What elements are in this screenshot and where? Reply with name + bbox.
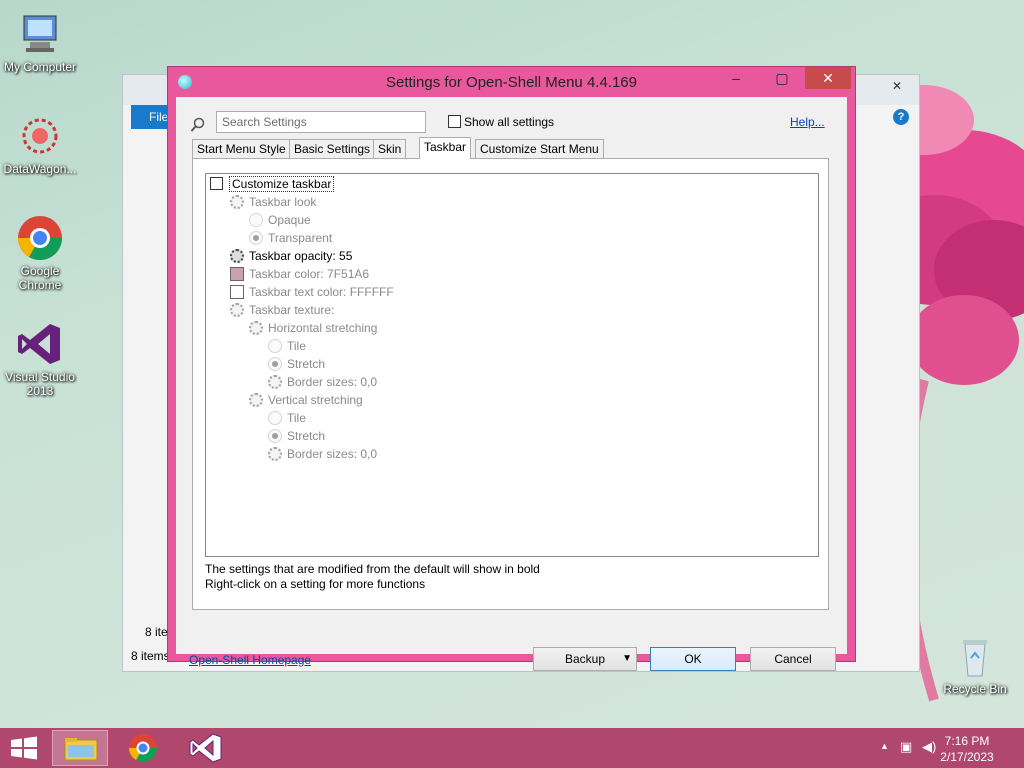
radio-selected-icon[interactable] [268,429,282,443]
computer-icon [16,10,64,58]
taskbar-tab-panel: Customize taskbar Taskbar look Opaque Tr… [192,158,829,610]
desktop-icon-datawagon[interactable]: DataWagon... [0,112,80,176]
maximize-button[interactable]: ▢ [767,67,797,89]
tree-item-vertical-stretching[interactable]: Vertical stretching [249,391,363,409]
hint-modified-bold: The settings that are modified from the … [205,562,540,576]
tree-item-v-border-sizes[interactable]: Border sizes: 0,0 [268,445,377,463]
ok-button[interactable]: OK [650,647,736,671]
recycle-bin-icon [951,632,999,680]
dropdown-arrow-icon: ▼ [622,653,632,664]
network-icon[interactable]: ▣ [900,739,912,755]
cancel-button[interactable]: Cancel [750,647,836,671]
dialog-title: Settings for Open-Shell Menu 4.4.169 [386,74,637,91]
gear-icon [230,195,244,209]
gear-icon [230,249,244,263]
datawagon-icon [16,112,64,160]
explorer-status-items: 8 items [131,649,170,663]
desktop-icon-recycle-bin[interactable]: Recycle Bin [935,632,1015,696]
tree-item-taskbar-texture[interactable]: Taskbar texture: [230,301,334,319]
show-all-settings-checkbox[interactable]: Show all settings [448,115,554,129]
tree-item-taskbar-text-color[interactable]: Taskbar text color: FFFFFF [230,283,394,301]
explorer-help-icon[interactable]: ? [893,109,909,125]
checkbox-icon[interactable] [210,177,223,190]
visual-studio-icon [189,733,222,763]
visual-studio-icon [16,320,64,368]
tree-item-opaque[interactable]: Opaque [249,211,311,229]
chrome-icon [129,734,157,762]
tab-customize-start-menu[interactable]: Customize Start Menu [475,139,604,158]
gear-icon [249,321,263,335]
tree-item-taskbar-color[interactable]: Taskbar color: 7F51A6 [230,265,369,283]
tab-basic-settings[interactable]: Basic Settings [289,139,376,158]
windows-logo-icon [11,736,37,760]
show-all-settings-label: Show all settings [464,115,555,129]
taskbar-chrome[interactable] [115,730,171,766]
desktop-icon-chrome[interactable]: Google Chrome [0,214,80,292]
gear-icon [249,393,263,407]
taskbar-visual-studio[interactable] [177,730,233,766]
settings-tree[interactable]: Customize taskbar Taskbar look Opaque Tr… [205,173,819,557]
desktop-icon-visual-studio[interactable]: Visual Studio 2013 [0,320,80,398]
color-swatch-icon [230,267,244,281]
tree-item-taskbar-look[interactable]: Taskbar look [230,193,316,211]
tree-item-v-tile[interactable]: Tile [268,409,306,427]
settings-dialog[interactable]: Settings for Open-Shell Menu 4.4.169 – ▢… [167,66,856,671]
tree-item-taskbar-opacity[interactable]: Taskbar opacity: 55 [230,247,352,265]
checkbox-box[interactable] [448,115,461,129]
dialog-client-area: Search Settings Show all settings Help..… [176,97,847,671]
gear-icon [230,303,244,317]
tree-item-h-tile[interactable]: Tile [268,337,306,355]
clock[interactable]: 7:16 PM 2/17/2023 [932,733,1002,765]
clock-time: 7:16 PM [944,734,990,748]
tab-taskbar[interactable]: Taskbar [419,137,472,159]
help-link[interactable]: Help... [790,115,825,129]
tree-item-transparent[interactable]: Transparent [249,229,332,247]
desktop-icon-label: Google Chrome [18,264,62,292]
show-hidden-icons-icon[interactable]: ▲ [880,741,889,751]
color-swatch-icon [230,285,244,299]
tab-start-menu-style[interactable]: Start Menu Style [192,139,291,158]
desktop-icon-label: Visual Studio 2013 [5,370,75,398]
explorer-file-tab[interactable]: File [131,105,171,129]
gear-icon [268,375,282,389]
dialog-titlebar[interactable]: Settings for Open-Shell Menu 4.4.169 – ▢… [168,67,855,97]
radio-selected-icon[interactable] [249,231,263,245]
backup-label: Backup [564,652,606,666]
radio-icon[interactable] [268,339,282,353]
clock-date: 2/17/2023 [940,750,994,764]
backup-button[interactable]: Backup ▼ [533,647,637,671]
tree-item-v-stretch[interactable]: Stretch [268,427,325,445]
tree-item-h-stretch[interactable]: Stretch [268,355,325,373]
gear-icon [268,447,282,461]
taskbar-file-explorer[interactable] [52,730,108,766]
explorer-close-button[interactable]: ✕ [875,75,919,97]
start-button[interactable] [0,730,48,766]
folder-icon [64,738,98,761]
tree-item-horizontal-stretching[interactable]: Horizontal stretching [249,319,377,337]
system-tray: ▲ ▣ ◀) 7:16 PM 2/17/2023 [864,728,1024,768]
desktop-icon-label: Recycle Bin [943,682,1007,696]
desktop-icon-label: My Computer [3,60,77,74]
desktop-icon-label: DataWagon... [3,162,77,176]
taskbar: ▲ ▣ ◀) 7:16 PM 2/17/2023 [0,728,1024,768]
close-button[interactable]: ✕ [805,67,851,89]
desktop-icon-my-computer[interactable]: My Computer [0,10,80,74]
radio-icon[interactable] [249,213,263,227]
open-shell-homepage-link[interactable]: Open-Shell Homepage [189,653,311,667]
tab-skin[interactable]: Skin [373,139,407,158]
tree-item-h-border-sizes[interactable]: Border sizes: 0,0 [268,373,377,391]
search-icon [190,117,205,132]
tree-item-customize-taskbar[interactable]: Customize taskbar [210,175,335,193]
chrome-icon [16,214,64,262]
minimize-button[interactable]: – [721,67,751,89]
search-settings-input[interactable]: Search Settings [216,111,426,133]
radio-icon[interactable] [268,411,282,425]
hint-right-click: Right-click on a setting for more functi… [205,577,426,591]
radio-selected-icon[interactable] [268,357,282,371]
